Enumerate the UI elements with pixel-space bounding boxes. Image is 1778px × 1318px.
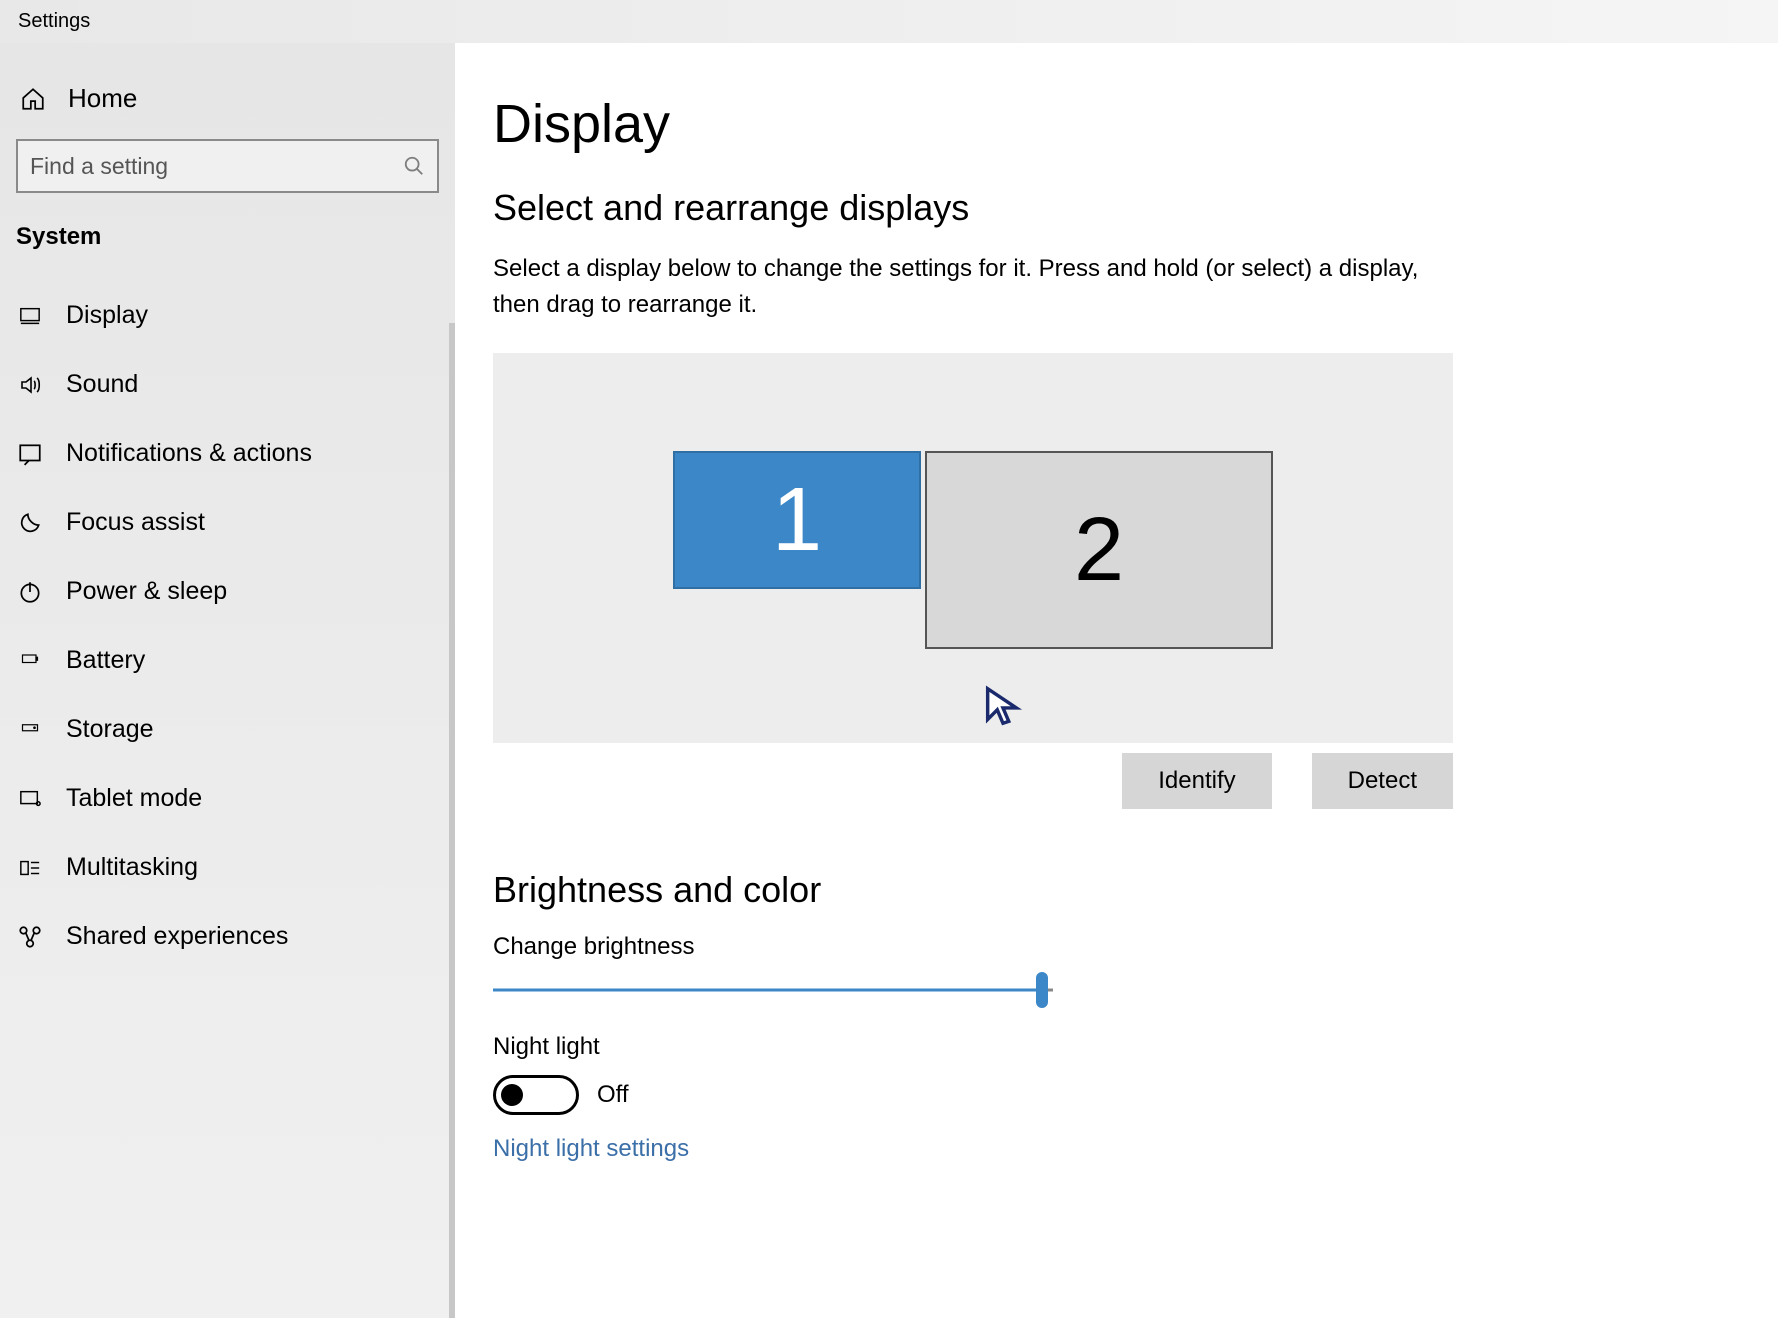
- arrange-heading: Select and rearrange displays: [493, 187, 1718, 229]
- power-icon: [16, 578, 44, 606]
- sidebar-item-label: Multitasking: [66, 853, 198, 882]
- sidebar-item-power-sleep[interactable]: Power & sleep: [0, 557, 455, 626]
- sidebar-item-label: Battery: [66, 646, 145, 675]
- sidebar-item-multitasking[interactable]: Multitasking: [0, 833, 455, 902]
- identify-button[interactable]: Identify: [1122, 753, 1271, 809]
- slider-fill: [493, 989, 1042, 992]
- page-title: Display: [493, 93, 1718, 155]
- sidebar-item-display[interactable]: Display: [0, 281, 455, 350]
- monitor-2[interactable]: 2: [925, 451, 1273, 649]
- storage-icon: [16, 716, 44, 744]
- sidebar-item-tablet-mode[interactable]: Tablet mode: [0, 764, 455, 833]
- sound-icon: [16, 371, 44, 399]
- battery-icon: [16, 647, 44, 675]
- brightness-heading: Brightness and color: [493, 869, 1718, 911]
- detect-button[interactable]: Detect: [1312, 753, 1453, 809]
- sidebar-item-notifications[interactable]: Notifications & actions: [0, 419, 455, 488]
- sidebar-item-label: Notifications & actions: [66, 439, 312, 468]
- slider-thumb[interactable]: [1036, 972, 1048, 1008]
- brightness-slider-label: Change brightness: [493, 933, 1718, 961]
- toggle-knob: [501, 1084, 523, 1106]
- sidebar-item-storage[interactable]: Storage: [0, 695, 455, 764]
- sidebar-item-label: Tablet mode: [66, 784, 202, 813]
- sidebar-item-shared-experiences[interactable]: Shared experiences: [0, 902, 455, 971]
- sidebar-item-label: Focus assist: [66, 508, 205, 537]
- shared-experiences-icon: [16, 923, 44, 951]
- multitasking-icon: [16, 854, 44, 882]
- sidebar-item-focus-assist[interactable]: Focus assist: [0, 488, 455, 557]
- sidebar-item-home[interactable]: Home: [0, 73, 455, 139]
- sidebar: Home System Display Sound Notifications …: [0, 43, 455, 1318]
- sidebar-item-battery[interactable]: Battery: [0, 626, 455, 695]
- search-icon: [403, 155, 425, 177]
- sidebar-item-label: Shared experiences: [66, 922, 288, 951]
- brightness-slider[interactable]: [493, 975, 1053, 1005]
- night-light-settings-link[interactable]: Night light settings: [493, 1135, 1718, 1163]
- night-light-state: Off: [597, 1081, 629, 1109]
- home-label: Home: [68, 83, 137, 114]
- sidebar-section-label: System: [0, 223, 455, 281]
- monitor-1[interactable]: 1: [673, 451, 921, 589]
- sidebar-item-label: Power & sleep: [66, 577, 227, 606]
- night-light-toggle[interactable]: [493, 1075, 579, 1115]
- sidebar-item-sound[interactable]: Sound: [0, 350, 455, 419]
- sidebar-item-label: Display: [66, 301, 148, 330]
- main-content: Display Select and rearrange displays Se…: [455, 43, 1778, 1318]
- night-light-label: Night light: [493, 1033, 1718, 1061]
- notifications-icon: [16, 440, 44, 468]
- search-input-container[interactable]: [16, 139, 439, 193]
- display-icon: [16, 302, 44, 330]
- sidebar-item-label: Storage: [66, 715, 154, 744]
- search-input[interactable]: [30, 153, 403, 180]
- focus-assist-icon: [16, 509, 44, 537]
- tablet-mode-icon: [16, 785, 44, 813]
- window-title: Settings: [0, 0, 1778, 43]
- sidebar-item-label: Sound: [66, 370, 138, 399]
- display-arrangement-area[interactable]: 1 2: [493, 353, 1453, 743]
- home-icon: [20, 86, 46, 112]
- arrange-description: Select a display below to change the set…: [493, 251, 1453, 323]
